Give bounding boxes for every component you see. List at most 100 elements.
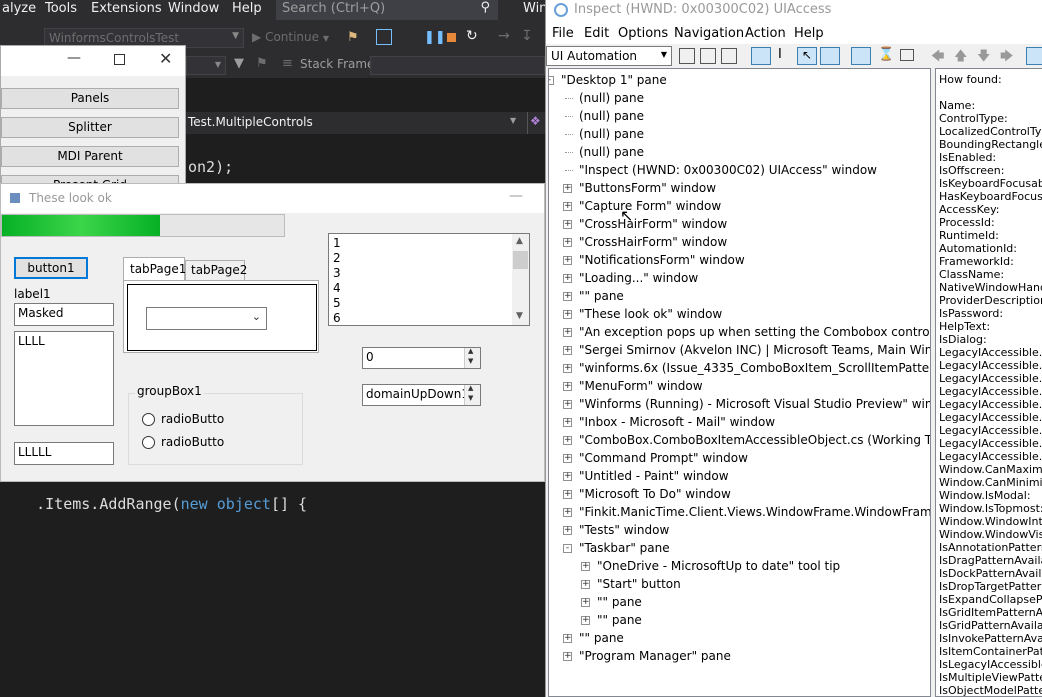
tree-node[interactable]: (null) pane (549, 143, 929, 161)
tree-node[interactable]: (null) pane (549, 125, 929, 143)
nav-down-icon[interactable]: 🡇 (977, 47, 990, 69)
tree-node[interactable]: + "These look ok" window (549, 305, 929, 323)
tree-node[interactable]: + "" pane (549, 629, 929, 647)
expand-icon[interactable]: + (563, 292, 572, 301)
tree-node[interactable]: + "OneDrive - MicrosoftUp to date" tool t… (549, 557, 929, 575)
settings-icon[interactable] (1026, 47, 1042, 65)
domain-updown[interactable]: domainUpDown1 ▲ ▼ (362, 384, 481, 406)
menu-navigation[interactable]: Navigation (674, 26, 744, 41)
listbox-item[interactable]: 5 (333, 296, 341, 311)
expand-icon[interactable]: + (563, 454, 572, 463)
radio-circle[interactable] (142, 413, 155, 426)
vs-menu-help[interactable]: Help (232, 1, 262, 16)
close-icon[interactable]: ✕ (159, 49, 172, 68)
expand-icon[interactable]: + (563, 382, 572, 391)
expand-icon[interactable]: + (563, 436, 572, 445)
properties-pane[interactable]: How found: Name: ControlType: LocalizedCont… (935, 68, 1042, 697)
screenshot-icon[interactable] (376, 29, 392, 45)
radio-circle[interactable] (142, 436, 155, 449)
tree-node[interactable]: + "Untitled - Paint" window (549, 467, 929, 485)
tree-node[interactable]: + "Capture Form" window (549, 197, 929, 215)
keyboard-icon[interactable] (900, 49, 914, 61)
vs-menu-extensions[interactable]: Extensions (91, 1, 162, 16)
tree-node[interactable]: + "Sergei Smirnov (Akvelon INC) | Microso… (549, 341, 930, 359)
maximize-icon[interactable] (114, 54, 125, 65)
tab-tabpage2[interactable]: tabPage2 (185, 260, 247, 280)
menu-options[interactable]: Options (618, 26, 668, 41)
updown-spinner[interactable]: ▲ ▼ (464, 347, 480, 368)
expand-icon[interactable]: + (563, 472, 572, 481)
vs-menu-analyze[interactable]: alyze (2, 1, 36, 16)
tree-node[interactable]: + "Tests" window (549, 521, 929, 539)
expand-icon[interactable]: + (563, 346, 572, 355)
vs-stack-frame-combo[interactable] (370, 56, 545, 75)
expand-icon[interactable]: + (581, 580, 590, 589)
listbox[interactable]: 123456 ▲ ▼ (328, 233, 530, 326)
tree-node[interactable]: - "Taskbar" pane (549, 539, 929, 557)
vs-member-combo-label[interactable]: Test.MultipleControls (188, 115, 313, 129)
scroll-up-icon[interactable]: ▲ (516, 236, 523, 246)
flag-icon[interactable]: ⚑ (256, 56, 268, 71)
panels-button[interactable]: Panels (1, 88, 179, 109)
tree-node[interactable]: + "" pane (549, 611, 929, 629)
expand-icon[interactable]: + (563, 328, 572, 337)
expand-icon[interactable]: + (563, 256, 572, 265)
tree-node[interactable]: + "Start" button (549, 575, 929, 593)
vs-thread-combo[interactable]: ▼ (186, 56, 226, 75)
expand-icon[interactable]: + (563, 490, 572, 499)
numeric-updown[interactable]: 0 ▲ ▼ (362, 347, 481, 369)
tree-node[interactable]: + "Program Manager" pane (549, 647, 929, 665)
menu-help[interactable]: Help (794, 26, 824, 41)
tree-node[interactable]: + "Winforms (Running) - Microsoft Visual … (549, 395, 930, 413)
copy-icon[interactable] (700, 48, 716, 64)
spin-up-icon[interactable]: ▲ (468, 384, 473, 392)
tree-node[interactable]: + "NotificationsForm" window (549, 251, 929, 269)
menu-edit[interactable]: Edit (584, 26, 609, 41)
expand-icon[interactable]: + (563, 202, 572, 211)
tree-node[interactable]: "Inspect (HWND: 0x00300C02) UIAccess" wi… (549, 161, 929, 179)
expand-icon[interactable]: + (563, 184, 572, 193)
element-tree[interactable]: - "Desktop 1" pane (null) pane (null) pane(… (548, 68, 931, 697)
minimize-icon[interactable]: — (67, 50, 81, 66)
listbox-item[interactable]: 4 (333, 281, 341, 296)
tree-node[interactable]: + "CrossHairForm" window (549, 233, 929, 251)
expand-icon[interactable]: + (581, 562, 590, 571)
tree-node[interactable]: (null) pane (549, 89, 929, 107)
filter-icon[interactable]: ▼ (234, 56, 244, 71)
tree-node[interactable]: + "Loading..." window (549, 269, 929, 287)
restart-icon[interactable]: ↻ (466, 28, 478, 44)
debug-icon[interactable]: ⚑ (347, 30, 359, 45)
expand-icon[interactable]: + (563, 418, 572, 427)
highlight-icon[interactable] (820, 47, 840, 65)
tree-node[interactable]: + "An exception pops up when setting the … (549, 323, 930, 341)
tree-node[interactable]: + "CrossHairForm" window (549, 215, 929, 233)
vs-menu-window[interactable]: Window (168, 1, 219, 16)
watch-cursor-icon[interactable]: ↖ (797, 47, 817, 65)
menu-action[interactable]: Action (745, 26, 786, 41)
expand-icon[interactable]: + (563, 238, 572, 247)
expand-icon[interactable]: + (563, 508, 572, 517)
tree-node[interactable]: - "Desktop 1" pane (549, 71, 929, 89)
tree-node[interactable]: + "Finkit.ManicTime.Client.Views.WindowFr… (549, 503, 930, 521)
masked-textbox[interactable]: Masked (14, 303, 114, 326)
arrow-right-icon[interactable]: → (498, 28, 510, 44)
combobox[interactable]: ⌄ (146, 307, 267, 330)
vs-continue-button[interactable]: ▶ Continue ▼ (252, 30, 338, 48)
tree-node[interactable]: + "" pane (549, 287, 929, 305)
expand-icon[interactable]: + (563, 652, 572, 661)
stop-icon[interactable] (447, 33, 456, 42)
pause-icon[interactable]: ❚❚ (424, 30, 446, 45)
listbox-item[interactable]: 1 (333, 236, 341, 251)
tree-node[interactable]: + "" pane (549, 593, 929, 611)
expand-icon[interactable]: + (581, 598, 590, 607)
tree-node[interactable]: + "Command Prompt" window (549, 449, 929, 467)
expand-icon[interactable]: + (563, 310, 572, 319)
spin-down-icon[interactable]: ▼ (468, 357, 473, 365)
refresh-icon[interactable] (679, 48, 695, 64)
expand-icon[interactable]: + (563, 400, 572, 409)
listbox-item[interactable]: 3 (333, 266, 341, 281)
tree-node[interactable]: + "ButtonsForm" window (549, 179, 929, 197)
button1[interactable]: button1 (14, 257, 88, 279)
expand-icon[interactable]: + (563, 526, 572, 535)
nav-forward-icon[interactable]: 🡆 (1000, 47, 1013, 69)
